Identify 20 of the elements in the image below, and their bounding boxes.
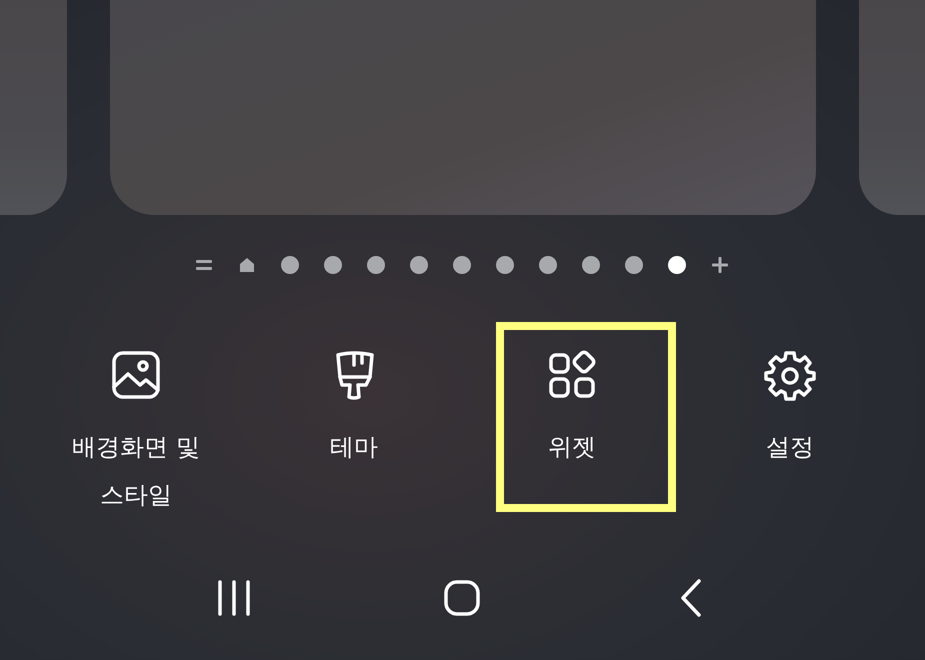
page-dot[interactable]	[452, 256, 470, 274]
home-icon[interactable]	[238, 256, 256, 274]
page-dot[interactable]	[582, 256, 600, 274]
action-button[interactable]: 테마	[269, 343, 439, 477]
page-dot[interactable]	[280, 256, 298, 274]
add-icon[interactable]	[710, 256, 728, 274]
page-dot[interactable]	[410, 256, 428, 274]
page-dot[interactable]	[624, 256, 642, 274]
page-dot[interactable]	[668, 256, 686, 274]
settings-icon	[764, 349, 816, 401]
image-icon	[110, 349, 162, 401]
list-icon[interactable]	[194, 257, 212, 273]
page-dot[interactable]	[366, 256, 384, 274]
action-button[interactable]: 위젯	[487, 343, 657, 477]
action-button[interactable]: 설정	[705, 343, 875, 477]
page-dot[interactable]	[538, 256, 556, 274]
page-dot[interactable]	[496, 256, 514, 274]
home-icon	[442, 578, 482, 618]
action-button[interactable]: 배경화면 및 스타일	[51, 343, 221, 525]
page-dot[interactable]	[324, 256, 342, 274]
